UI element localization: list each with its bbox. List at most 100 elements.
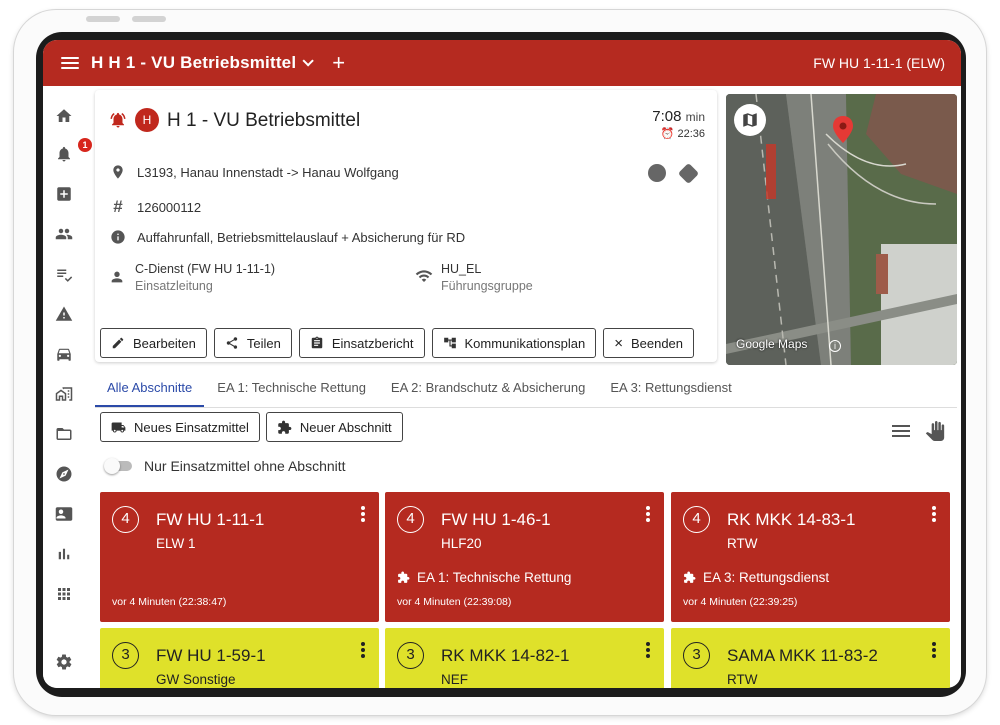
new-resource-button[interactable]: Neues Einsatzmittel: [100, 412, 260, 442]
resource-tile[interactable]: 4 FW HU 1-46-1 HLF20 EA 1: Technische Re…: [385, 492, 664, 622]
resource-name: RK MKK 14-82-1: [441, 646, 570, 665]
more-options-icon[interactable]: [646, 506, 650, 524]
status-number: 4: [683, 506, 710, 533]
status-since: vor 4 Minuten (22:39:25): [683, 596, 798, 608]
more-options-icon[interactable]: [361, 506, 365, 524]
pencil-icon: [112, 337, 124, 349]
folder-icon[interactable]: [54, 424, 74, 444]
alarm-active-icon: [109, 111, 127, 134]
end-mission-button[interactable]: × Beenden: [603, 328, 695, 358]
add-mission-button[interactable]: +: [332, 52, 345, 74]
satellite-map[interactable]: Google Maps i: [726, 94, 957, 365]
share-label: Teilen: [246, 335, 281, 351]
people-icon[interactable]: [54, 224, 74, 244]
edit-button[interactable]: Bearbeiten: [100, 328, 207, 358]
current-unit-label[interactable]: FW HU 1-11-1 (ELW): [813, 55, 945, 71]
section-tabs: Alle Abschnitte EA 1: Technische Rettung…: [95, 370, 957, 408]
info-icon: [109, 228, 127, 246]
mission-card: H H 1 - VU Betriebsmittel 7:08 min ⏰ 22:…: [95, 90, 717, 362]
unassigned-only-toggle[interactable]: Nur Einsatzmittel ohne Abschnitt: [104, 458, 346, 474]
report-label: Einsatzbericht: [331, 335, 414, 351]
resource-name: RK MKK 14-83-1: [727, 510, 856, 529]
resource-section: EA 1: Technische Rettung: [397, 570, 571, 585]
location-pin-icon: [109, 163, 127, 181]
status-number: 3: [112, 642, 139, 669]
home-icon[interactable]: [54, 106, 74, 126]
more-options-icon[interactable]: [932, 506, 936, 524]
resource-tile[interactable]: 3 FW HU 1-59-1 GW Sonstige: [100, 628, 379, 688]
mission-number-row: # 126000112: [109, 197, 202, 216]
edit-label: Bearbeiten: [133, 335, 196, 351]
status-number: 3: [683, 642, 710, 669]
resource-tile[interactable]: 3 RK MKK 14-82-1 NEF: [385, 628, 664, 688]
mission-title: H 1 - VU Betriebsmittel: [167, 110, 361, 131]
mission-number: 126000112: [137, 199, 202, 215]
warning-icon[interactable]: [54, 304, 74, 324]
checklist-icon[interactable]: [54, 264, 74, 284]
resource-name: FW HU 1-11-1: [156, 510, 265, 529]
elapsed-unit: min: [685, 110, 705, 124]
chevron-down-icon[interactable]: [302, 55, 315, 67]
buildings-icon[interactable]: [54, 384, 74, 404]
contact-card-icon[interactable]: [54, 504, 74, 524]
resource-type: NEF: [441, 672, 468, 687]
settings-gear-icon[interactable]: [54, 652, 74, 672]
hardware-button: [86, 16, 120, 22]
new-section-button[interactable]: Neuer Abschnitt: [265, 412, 403, 442]
resource-tile[interactable]: 4 FW HU 1-11-1 ELW 1 vor 4 Minuten (22:3…: [100, 492, 379, 622]
group-role: Führungsgruppe: [441, 279, 533, 293]
hash-icon: #: [113, 197, 123, 216]
tab-ea3[interactable]: EA 3: Rettungsdienst: [598, 370, 743, 407]
status-since: vor 4 Minuten (22:39:08): [397, 596, 512, 608]
tab-ea2[interactable]: EA 2: Brandschutz & Absicherung: [379, 370, 597, 407]
person-icon: [109, 269, 125, 295]
list-view-icon[interactable]: [892, 425, 910, 440]
leader-role: Einsatzleitung: [135, 279, 213, 293]
puzzle-icon: [398, 571, 410, 583]
map-view-button[interactable]: [734, 104, 766, 136]
menu-icon[interactable]: [61, 57, 79, 69]
navigate-compass-icon[interactable]: [648, 164, 666, 182]
leader-name: C-Dienst (FW HU 1-11-1): [135, 262, 276, 276]
tab-all-sections[interactable]: Alle Abschnitte: [95, 370, 205, 407]
compass-icon[interactable]: [54, 464, 74, 484]
apps-grid-icon[interactable]: [54, 584, 74, 604]
tab-ea1[interactable]: EA 1: Technische Rettung: [205, 370, 378, 407]
medical-plus-icon[interactable]: [54, 184, 74, 204]
mission-selector-title[interactable]: H H 1 - VU Betriebsmittel: [91, 53, 296, 73]
vehicle-icon[interactable]: [54, 344, 74, 364]
toggle-label: Nur Einsatzmittel ohne Abschnitt: [144, 458, 346, 474]
toggle-track[interactable]: [104, 458, 132, 474]
status-number: 4: [112, 506, 139, 533]
status-number: 4: [397, 506, 424, 533]
puzzle-icon: [684, 571, 696, 583]
share-button[interactable]: Teilen: [213, 328, 292, 358]
communication-plan-button[interactable]: Kommunikationsplan: [431, 328, 597, 358]
resource-type: RTW: [727, 672, 758, 687]
map-info-icon[interactable]: i: [829, 340, 841, 352]
section-label: EA 1: Technische Rettung: [417, 570, 572, 585]
alarm-bell-icon[interactable]: 1: [54, 138, 92, 164]
resource-tile[interactable]: 3 SAMA MKK 11-83-2 RTW: [671, 628, 950, 688]
mission-actions: Bearbeiten Teilen Einsatzbericht Kommuni…: [100, 328, 695, 358]
resource-type: GW Sonstige: [156, 672, 236, 687]
resource-section: EA 3: Rettungsdienst: [683, 570, 829, 585]
bar-chart-icon[interactable]: [54, 544, 74, 564]
new-resource-label: Neues Einsatzmittel: [134, 419, 249, 435]
resource-tile[interactable]: 4 RK MKK 14-83-1 RTW EA 3: Rettungsdiens…: [671, 492, 950, 622]
share-icon: [226, 337, 238, 349]
more-options-icon[interactable]: [646, 642, 650, 660]
location-text: L3193, Hanau Innenstadt -> Hanau Wolfgan…: [137, 164, 399, 180]
alarm-time: ⏰ 22:36: [660, 128, 705, 140]
toggle-knob[interactable]: [104, 458, 120, 474]
drag-hand-icon[interactable]: [925, 421, 945, 446]
puzzle-icon: [278, 420, 292, 434]
section-label: EA 3: Rettungsdienst: [703, 570, 830, 585]
more-options-icon[interactable]: [932, 642, 936, 660]
report-button[interactable]: Einsatzbericht: [298, 328, 425, 358]
resource-name: FW HU 1-59-1: [156, 646, 266, 665]
close-icon: ×: [614, 334, 623, 352]
directions-icon[interactable]: [677, 162, 700, 185]
more-options-icon[interactable]: [361, 642, 365, 660]
wifi-icon: [415, 267, 433, 295]
